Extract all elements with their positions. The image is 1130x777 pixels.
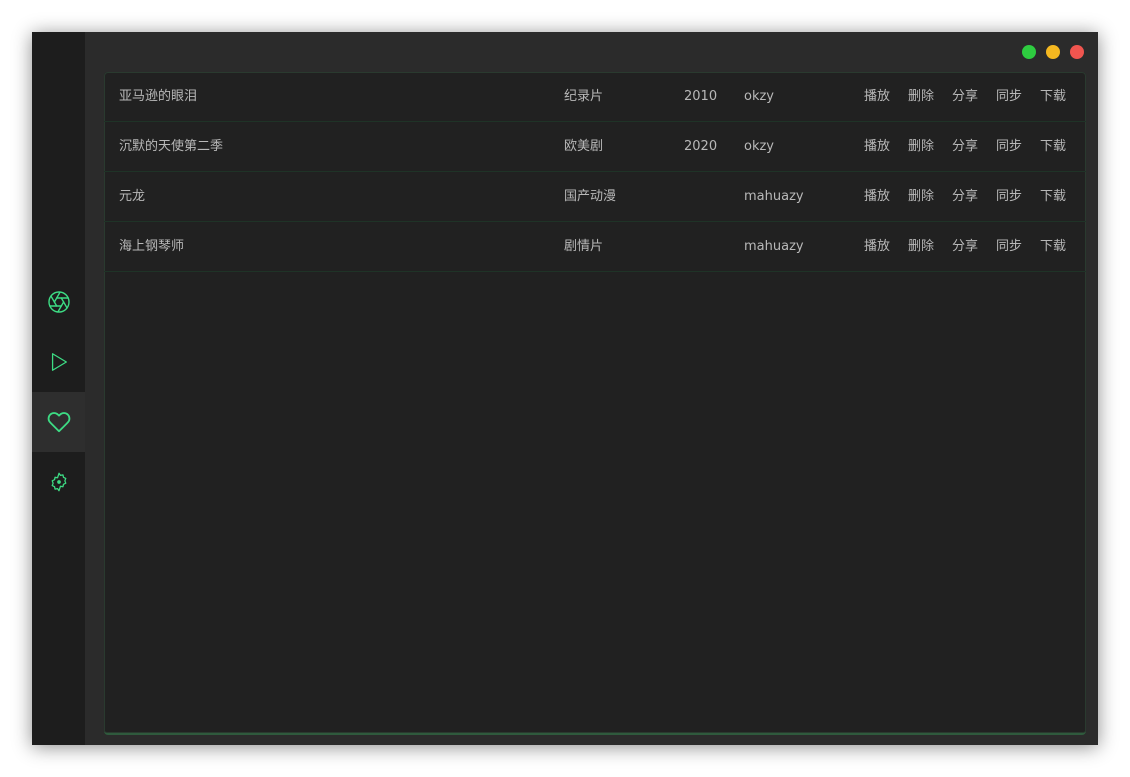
source-cell: okzy xyxy=(744,89,774,104)
share-button[interactable]: 分享 xyxy=(952,172,978,221)
download-button[interactable]: 下载 xyxy=(1040,122,1066,171)
delete-button[interactable]: 删除 xyxy=(908,72,934,121)
play-button[interactable]: 播放 xyxy=(864,172,890,221)
share-button[interactable]: 分享 xyxy=(952,72,978,121)
sidebar-item-settings[interactable] xyxy=(32,452,85,512)
sidebar xyxy=(32,32,85,745)
sync-button[interactable]: 同步 xyxy=(996,72,1022,121)
title-cell: 元龙 xyxy=(119,189,146,204)
year-cell: 2010 xyxy=(684,89,718,104)
title-cell: 亚马逊的眼泪 xyxy=(119,89,198,104)
list-item[interactable]: 海上钢琴师 剧情片 mahuazy 播放 删除 分享 同步 下载 xyxy=(104,222,1086,272)
play-button[interactable]: 播放 xyxy=(864,222,890,271)
title-cell: 沉默的天使第二季 xyxy=(119,139,224,154)
close-button[interactable] xyxy=(1070,45,1084,59)
aperture-icon xyxy=(47,290,71,314)
play-icon xyxy=(48,351,70,373)
list-item[interactable]: 亚马逊的眼泪 纪录片 2010 okzy 播放 删除 分享 同步 下载 xyxy=(104,72,1086,122)
source-cell: mahuazy xyxy=(744,239,804,254)
play-button[interactable]: 播放 xyxy=(864,72,890,121)
heart-icon xyxy=(47,410,71,434)
genre-cell: 剧情片 xyxy=(564,239,604,254)
download-button[interactable]: 下载 xyxy=(1040,172,1066,221)
window-controls xyxy=(1022,45,1084,59)
list-item[interactable]: 元龙 国产动漫 mahuazy 播放 删除 分享 同步 下载 xyxy=(104,172,1086,222)
app-window: 亚马逊的眼泪 纪录片 2010 okzy 播放 删除 分享 同步 下载 沉默的天使第二季 欧美剧 20… xyxy=(32,32,1098,745)
sync-button[interactable]: 同步 xyxy=(996,122,1022,171)
maximize-button[interactable] xyxy=(1022,45,1036,59)
share-button[interactable]: 分享 xyxy=(952,122,978,171)
genre-cell: 纪录片 xyxy=(564,89,604,104)
source-cell: okzy xyxy=(744,139,774,154)
source-cell: mahuazy xyxy=(744,189,804,204)
favorites-list: 亚马逊的眼泪 纪录片 2010 okzy 播放 删除 分享 同步 下载 沉默的天使第二季 欧美剧 20… xyxy=(104,72,1086,735)
sync-button[interactable]: 同步 xyxy=(996,172,1022,221)
sidebar-item-discover[interactable] xyxy=(32,272,85,332)
year-cell: 2020 xyxy=(684,139,718,154)
genre-cell: 国产动漫 xyxy=(564,189,617,204)
play-button[interactable]: 播放 xyxy=(864,122,890,171)
genre-cell: 欧美剧 xyxy=(564,139,604,154)
delete-button[interactable]: 删除 xyxy=(908,122,934,171)
delete-button[interactable]: 删除 xyxy=(908,172,934,221)
download-button[interactable]: 下载 xyxy=(1040,222,1066,271)
download-button[interactable]: 下载 xyxy=(1040,72,1066,121)
sync-button[interactable]: 同步 xyxy=(996,222,1022,271)
share-button[interactable]: 分享 xyxy=(952,222,978,271)
list-item[interactable]: 沉默的天使第二季 欧美剧 2020 okzy 播放 删除 分享 同步 下载 xyxy=(104,122,1086,172)
delete-button[interactable]: 删除 xyxy=(908,222,934,271)
gear-icon xyxy=(48,471,70,493)
minimize-button[interactable] xyxy=(1046,45,1060,59)
sidebar-item-favorites[interactable] xyxy=(32,392,85,452)
title-cell: 海上钢琴师 xyxy=(119,239,185,254)
sidebar-item-play[interactable] xyxy=(32,332,85,392)
